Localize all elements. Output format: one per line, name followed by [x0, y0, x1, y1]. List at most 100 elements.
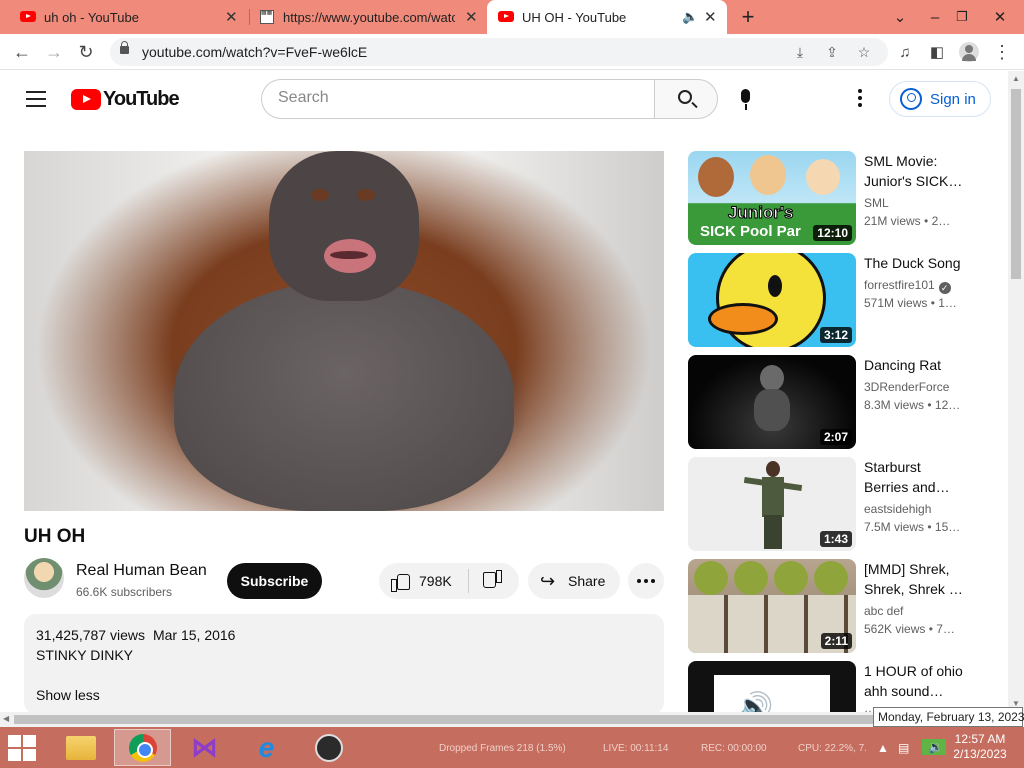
video-duration: 12:10	[813, 225, 852, 241]
folder-icon	[65, 735, 96, 760]
browser-menu-icon[interactable]: ⋮	[990, 40, 1014, 64]
visual-studio-taskbar-button[interactable]: ⋈	[176, 729, 233, 766]
scrollbar-thumb[interactable]	[14, 715, 984, 724]
video-title[interactable]: 1 HOUR of ohio ahh sound…	[864, 661, 964, 701]
logo-text: YouTube	[103, 87, 180, 110]
channel-name[interactable]: Real Human Bean	[76, 562, 207, 580]
video-frame-face	[269, 151, 419, 301]
install-app-icon[interactable]: ⤓	[790, 43, 810, 61]
more-actions-button[interactable]	[628, 563, 664, 599]
close-tab-icon[interactable]: ✕	[704, 8, 717, 26]
recommended-video[interactable]: 2:11 [MMD] Shrek, Shrek, Shrek … abc def…	[688, 559, 988, 655]
eye	[357, 189, 375, 201]
recommended-video[interactable]: 1:43 Starburst Berries and… eastsidehigh…	[688, 457, 988, 553]
account-circle-icon	[900, 88, 922, 110]
lock-icon[interactable]	[120, 41, 129, 54]
file-explorer-taskbar-button[interactable]	[52, 729, 109, 766]
description-text: STINKY DINKY	[36, 647, 133, 663]
close-tab-icon[interactable]: ✕	[465, 8, 478, 26]
system-clock[interactable]: 12:57 AM 2/13/2023	[950, 732, 1010, 762]
search-button[interactable]	[654, 79, 718, 119]
scrollbar-thumb[interactable]	[1011, 89, 1021, 279]
video-title[interactable]: [MMD] Shrek, Shrek, Shrek …	[864, 559, 964, 599]
video-duration: 3:12	[819, 327, 852, 343]
volume-icon[interactable]: 🔉	[928, 740, 943, 754]
channel-name[interactable]: 3DRenderForce	[864, 380, 949, 394]
tab-youtube-url[interactable]: ▦▦ https://www.youtube.com/watch ✕	[252, 0, 486, 34]
minimize-button[interactable]: –	[925, 0, 945, 34]
network-icon[interactable]: ▤	[898, 741, 909, 755]
obs-taskbar-button[interactable]	[300, 729, 357, 766]
video-thumbnail[interactable]: 🔊	[688, 661, 856, 712]
recommended-video[interactable]: 2:07 Dancing Rat 3DRenderForce 8.3M view…	[688, 355, 988, 451]
media-control-icon[interactable]: ♫	[893, 40, 917, 64]
video-thumbnail[interactable]: 2:07	[688, 355, 856, 449]
video-thumbnail[interactable]: Junior's SICK Pool Par 12:10	[688, 151, 856, 245]
sign-in-label: Sign in	[930, 90, 976, 108]
channel-avatar[interactable]	[24, 558, 64, 598]
video-title[interactable]: Starburst Berries and…	[864, 457, 964, 497]
new-tab-button[interactable]: +	[737, 0, 759, 34]
search-input[interactable]	[278, 89, 638, 107]
tab-label: uh oh - YouTube	[44, 9, 139, 25]
browser-tab-strip: uh oh - YouTube ✕ ▦▦ https://www.youtube…	[0, 0, 1024, 34]
sign-in-button[interactable]: Sign in	[889, 81, 991, 117]
show-less-link[interactable]: Show less	[36, 687, 100, 703]
channel-name[interactable]: eastsidehigh	[864, 502, 931, 516]
side-panel-icon[interactable]: ◧	[925, 40, 949, 64]
horizontal-scrollbar[interactable]: ◀ ▶	[0, 712, 1008, 727]
like-dislike-bar: 798K	[379, 563, 519, 599]
video-thumbnail[interactable]: 2:11	[688, 559, 856, 653]
tab-divider	[249, 9, 250, 25]
youtube-logo[interactable]: YouTube	[71, 87, 180, 110]
address-bar[interactable]: youtube.com/watch?v=FveF-we6lcE ⤓ ⇪ ☆	[110, 38, 888, 66]
video-thumbnail[interactable]: 3:12	[688, 253, 856, 347]
description-box[interactable]: 31,425,787 views Mar 15, 2016 STINKY DINK…	[24, 614, 664, 714]
view-count: 31,425,787 views	[36, 627, 145, 643]
search-icon	[678, 90, 692, 104]
subscribe-button[interactable]: Subscribe	[227, 563, 322, 599]
recommended-video[interactable]: Junior's SICK Pool Par 12:10 SML Movie: …	[688, 151, 988, 247]
dislike-thumb-down-icon[interactable]	[482, 572, 502, 590]
video-thumbnail[interactable]: 1:43	[688, 457, 856, 551]
view-meta: 8.3M views • 12…	[864, 398, 961, 412]
internet-explorer-taskbar-button[interactable]: e	[238, 729, 295, 766]
close-tab-icon[interactable]: ✕	[225, 8, 238, 26]
show-hidden-icons-chevron-icon[interactable]: ▲	[877, 741, 889, 755]
start-windows-icon[interactable]	[8, 735, 38, 761]
vertical-scrollbar[interactable]: ▲ ▼	[1008, 71, 1024, 712]
audio-playing-icon[interactable]: 🔈	[682, 9, 698, 25]
youtube-favicon-icon	[20, 11, 36, 22]
scroll-left-arrow-icon[interactable]: ◀	[3, 714, 9, 723]
reload-button[interactable]: ↻	[74, 40, 98, 64]
voice-search-mic-icon[interactable]	[736, 89, 756, 111]
share-label: Share	[568, 573, 606, 589]
back-button[interactable]: ←	[10, 40, 34, 64]
bookmark-star-icon[interactable]: ☆	[854, 43, 874, 61]
tab-uh-oh-active[interactable]: UH OH - YouTube 🔈 ✕	[487, 0, 727, 34]
like-thumb-up-icon[interactable]	[391, 572, 411, 592]
forward-button[interactable]: →	[42, 40, 66, 64]
chrome-taskbar-button[interactable]	[114, 729, 171, 766]
share-page-icon[interactable]: ⇪	[822, 43, 842, 61]
recommended-video[interactable]: 3:12 The Duck Song forrestfire101 ✓ 571M …	[688, 253, 988, 349]
like-count[interactable]: 798K	[419, 573, 452, 589]
channel-name[interactable]: SML	[864, 196, 889, 210]
menu-hamburger-icon[interactable]	[26, 91, 46, 107]
channel-name[interactable]: forrestfire101 ✓	[864, 278, 951, 294]
video-title[interactable]: SML Movie: Junior's SICK…	[864, 151, 964, 191]
video-duration: 2:11	[820, 633, 852, 649]
video-duration: 1:43	[819, 531, 852, 547]
close-window-button[interactable]: ✕	[990, 0, 1010, 34]
url-text: youtube.com/watch?v=FveF-we6lcE	[142, 44, 368, 60]
share-button[interactable]: ↪ Share	[528, 563, 620, 599]
scroll-up-arrow-icon[interactable]: ▲	[1012, 74, 1020, 83]
recommended-video[interactable]: 🔊 1 HOUR of ohio ahh sound… …	[688, 661, 988, 712]
tab-search-chevron-icon[interactable]: ⌄	[890, 0, 910, 34]
profile-avatar-icon[interactable]	[957, 40, 981, 64]
tab-uh-oh[interactable]: uh oh - YouTube ✕	[0, 0, 245, 34]
restore-button[interactable]: ❐	[952, 0, 972, 34]
channel-name[interactable]: abc def	[864, 604, 903, 618]
settings-kebab-icon[interactable]	[852, 89, 868, 109]
video-player[interactable]	[24, 151, 664, 511]
